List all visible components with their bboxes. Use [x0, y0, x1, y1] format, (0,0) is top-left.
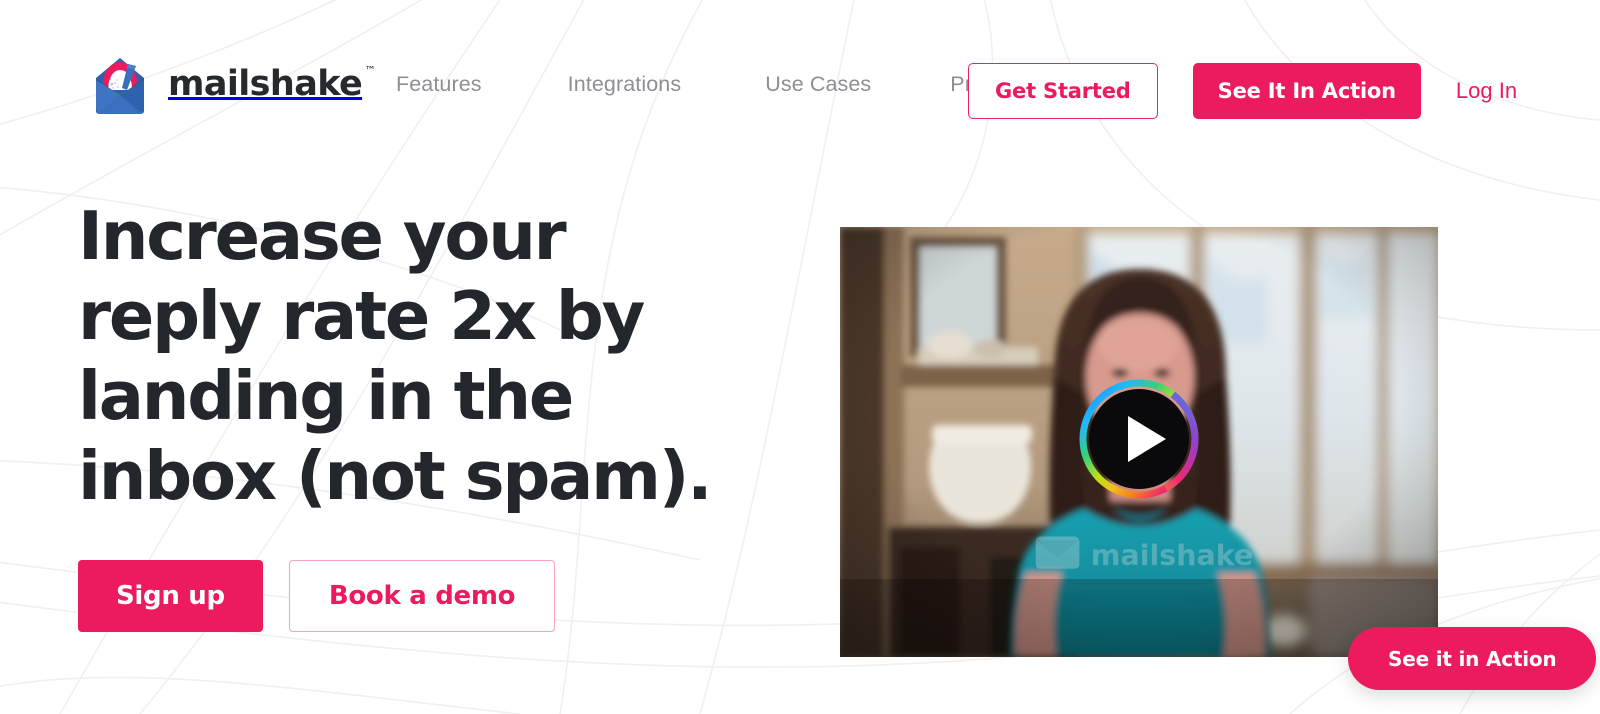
hero-video-player[interactable]: mailshake [840, 227, 1438, 657]
nav-link-features[interactable]: Features [396, 72, 482, 97]
book-a-demo-button[interactable]: Book a demo [288, 560, 556, 632]
site-header: mailshake ™ Features Integrations Use Cas… [0, 0, 1600, 160]
see-it-in-action-button[interactable]: See It In Action [1192, 63, 1421, 119]
nav-link-use-cases[interactable]: Use Cases [765, 72, 871, 97]
main-navigation: Features Integrations Use Cases Pricing [396, 72, 1017, 97]
hero-content: Increase your reply rate 2x by landing i… [78, 196, 778, 632]
brand-logo-link[interactable]: mailshake ™ [86, 50, 376, 118]
brand-name-text: mailshake [168, 63, 363, 104]
video-play-button[interactable] [1078, 378, 1200, 500]
hero-cta-group: Sign up Book a demo [78, 560, 778, 632]
brand-wordmark: mailshake ™ [168, 63, 376, 104]
log-in-link[interactable]: Log In [1456, 78, 1517, 104]
get-started-button[interactable]: Get Started [968, 63, 1158, 119]
trademark-symbol: ™ [364, 63, 376, 77]
sign-up-button[interactable]: Sign up [78, 560, 263, 632]
play-triangle-icon [1079, 379, 1199, 499]
landing-page: mailshake ™ Features Integrations Use Cas… [0, 0, 1600, 714]
envelope-milkshake-icon [96, 58, 144, 115]
floating-see-it-in-action-button[interactable]: See it in Action [1348, 627, 1597, 690]
header-actions: Get Started See It In Action Log In [968, 63, 1517, 119]
nav-link-integrations[interactable]: Integrations [568, 72, 682, 97]
hero-headline: Increase your reply rate 2x by landing i… [78, 197, 713, 515]
